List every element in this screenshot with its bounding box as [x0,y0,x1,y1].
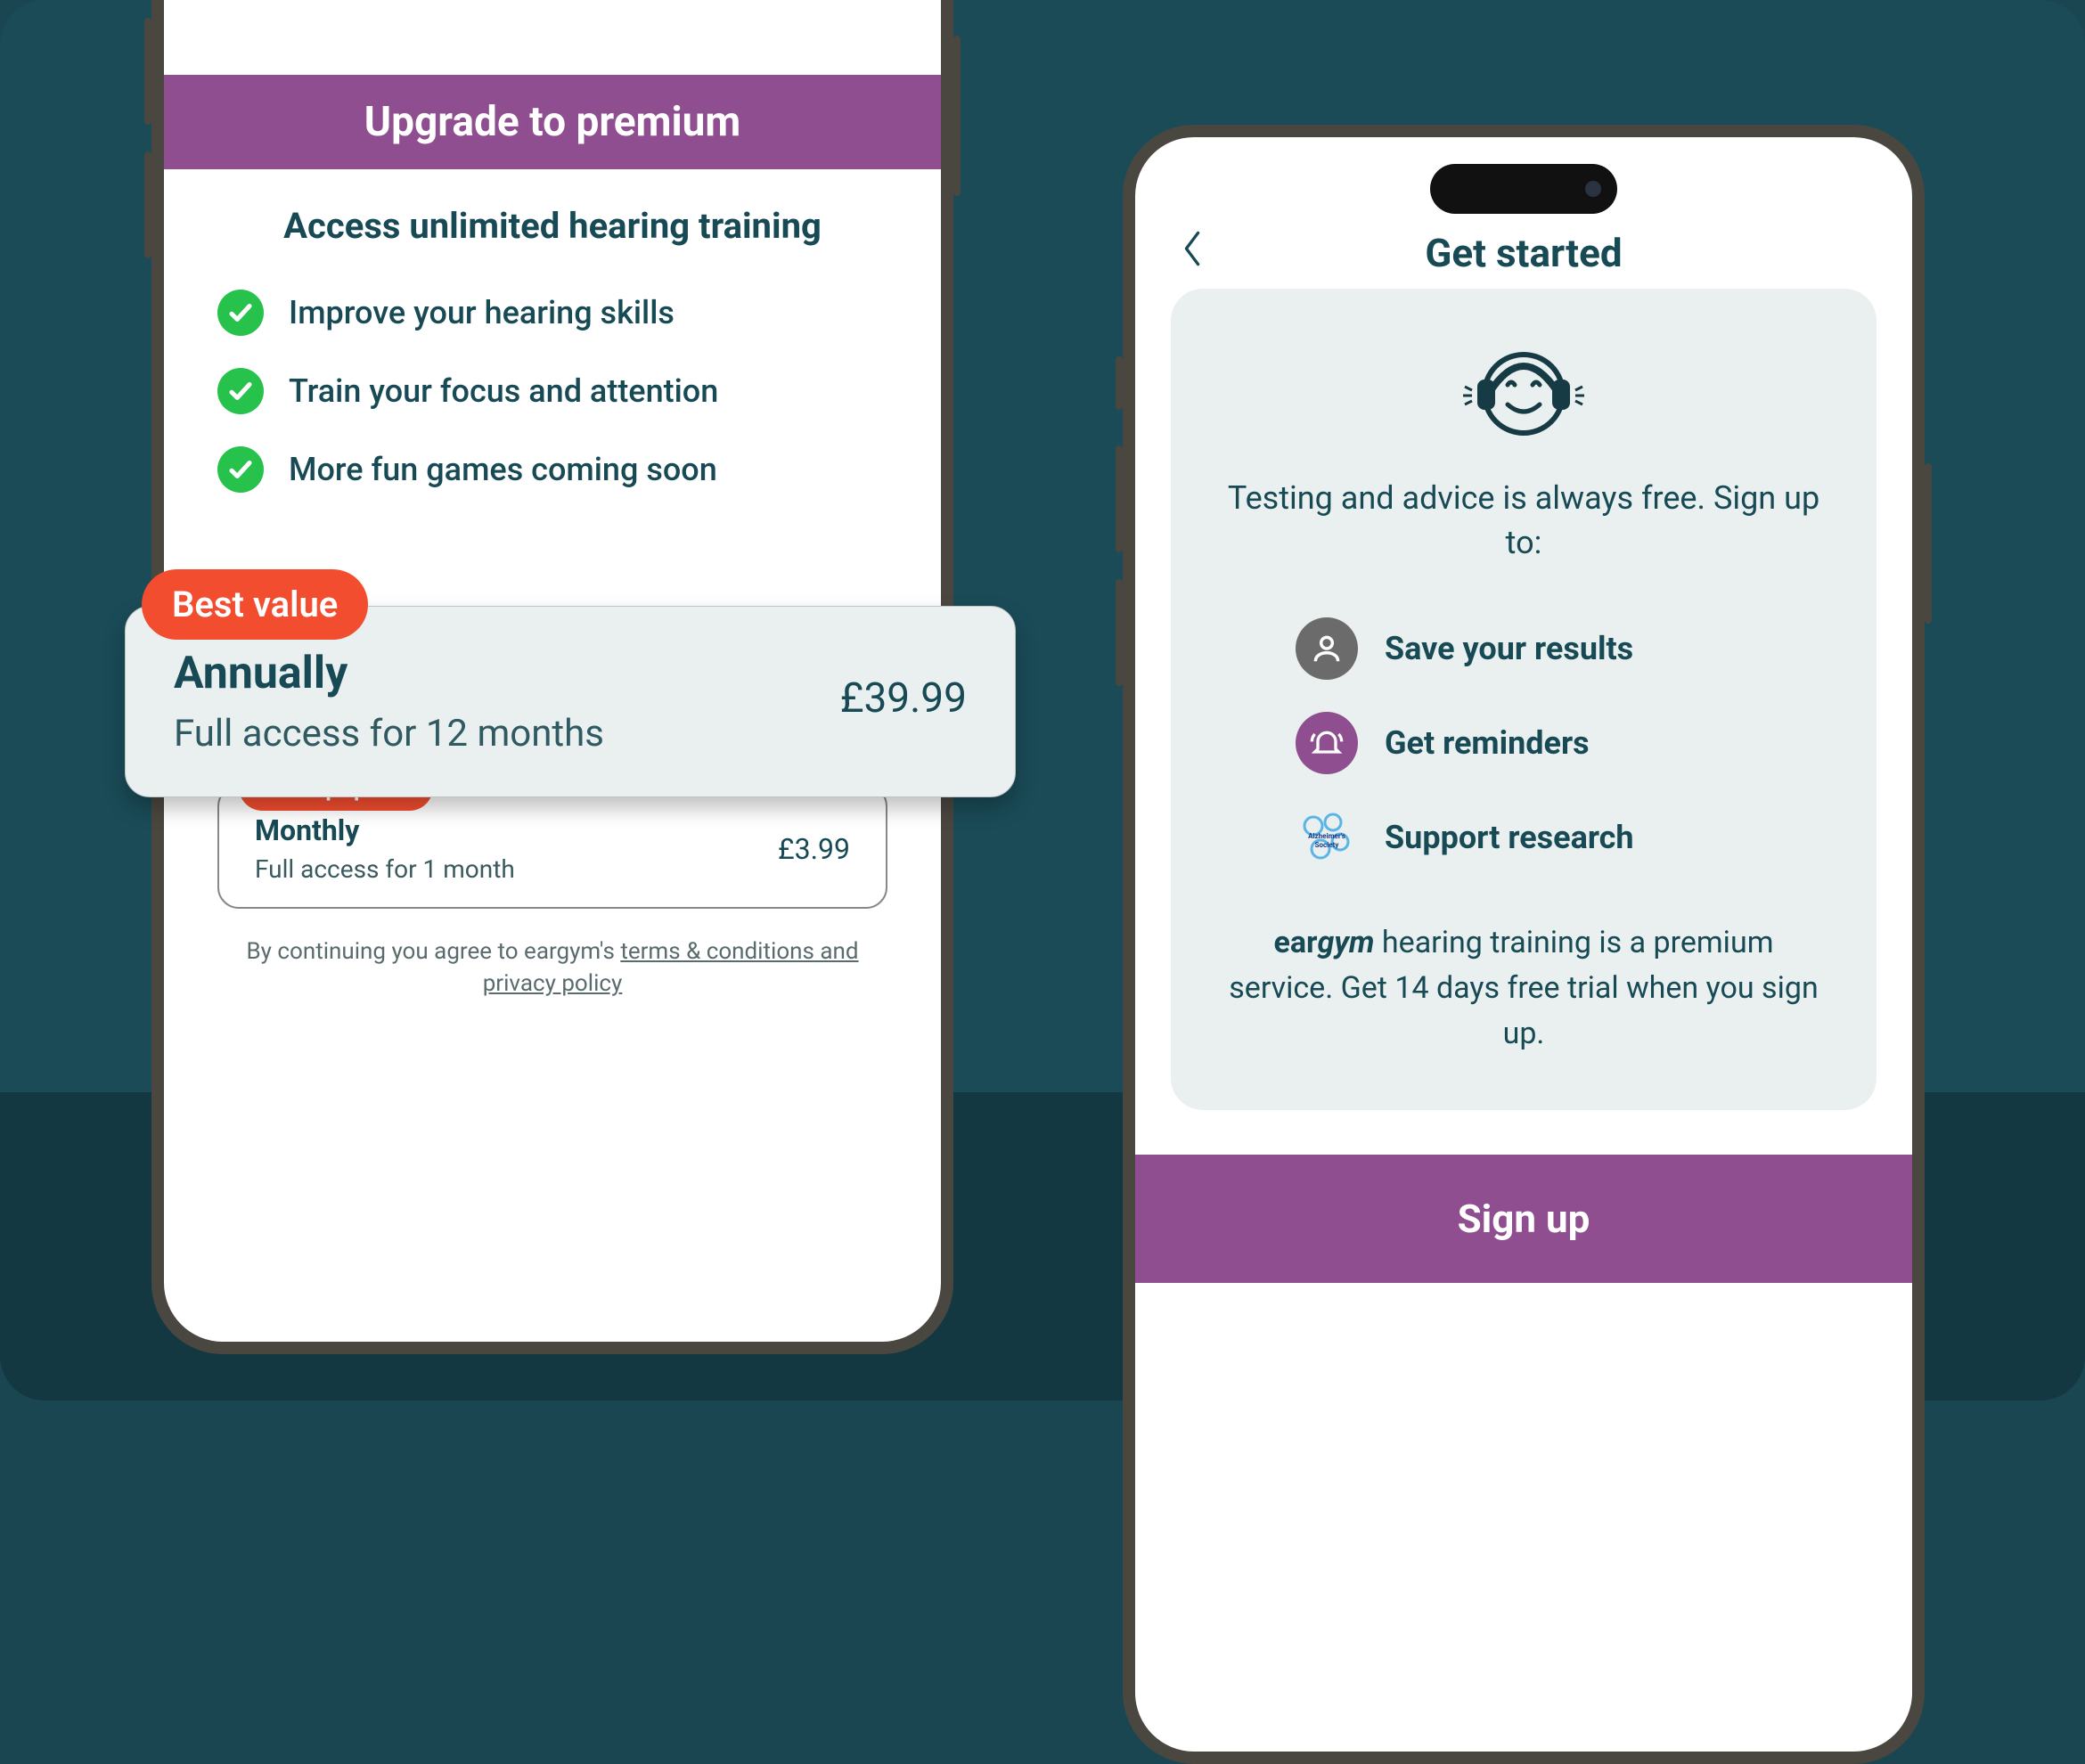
benefit-item: More fun games coming soon [217,430,887,509]
check-icon [217,290,264,336]
signup-button[interactable]: Sign up [1135,1155,1912,1283]
plan-desc: Full access for 12 months [174,712,604,755]
phone-button [1116,445,1123,552]
premium-header: Upgrade to premium [164,75,941,169]
plan-price: £39.99 [840,674,967,723]
showcase-canvas: Upgrade to premium Access unlimited hear… [0,0,2085,1401]
phone-button [144,18,151,125]
feature-get-reminders: Get reminders [1215,696,1832,790]
feature-text: Save your results [1385,630,1633,667]
feature-text: Get reminders [1385,724,1590,762]
benefit-item: Improve your hearing skills [217,274,887,352]
trial-note: eargym hearing training is a premium ser… [1215,920,1832,1057]
check-icon [217,446,264,493]
dynamic-island [1430,164,1617,214]
bell-icon [1296,712,1358,774]
plan-annual-card[interactable]: Best value Annually Full access for 12 m… [125,606,1016,797]
phone-button [1116,579,1123,686]
terms-text: By continuing you agree to eargym's term… [164,909,941,1000]
benefit-list: Improve your hearing skills Train your f… [164,265,941,518]
intro-text: Testing and advice is always free. Sign … [1215,476,1832,566]
alzheimers-society-logo-icon: Alzheimer's Society [1296,806,1358,869]
phone-button [1925,463,1932,624]
svg-text:Society: Society [1315,841,1340,849]
plan-name: Annually [174,648,604,699]
phone-button [1116,356,1123,410]
benefit-text: Train your focus and attention [289,372,718,410]
back-button[interactable] [1180,229,1205,278]
user-icon [1296,617,1358,680]
plan-name: Monthly [255,813,515,847]
svg-text:Alzheimer's: Alzheimer's [1308,832,1345,840]
phone-button [144,151,151,258]
phone-button [953,36,961,196]
benefit-item: Train your focus and attention [217,352,887,430]
get-started-card: Testing and advice is always free. Sign … [1171,289,1877,1110]
benefit-text: More fun games coming soon [289,451,717,488]
page-title: Get started [1425,230,1622,276]
premium-subhead: Access unlimited hearing training [164,169,941,265]
feature-save-results: Save your results [1215,601,1832,696]
feature-support-research: Alzheimer's Society Support research [1215,790,1832,885]
plan-desc: Full access for 1 month [255,854,515,884]
plan-price: £3.99 [778,832,850,866]
check-icon [217,368,264,414]
badge-best-value: Best value [142,569,368,640]
feature-text: Support research [1385,819,1634,856]
terms-prefix: By continuing you agree to eargym's [246,938,620,965]
benefit-text: Improve your hearing skills [289,294,675,331]
headphones-mascot-icon [1452,333,1595,449]
phone-mockup-right: Get started [1123,125,1925,1764]
plan-monthly-card[interactable]: Most popular Monthly Full access for 1 m… [217,785,887,909]
brand-name: eargym [1273,925,1374,960]
